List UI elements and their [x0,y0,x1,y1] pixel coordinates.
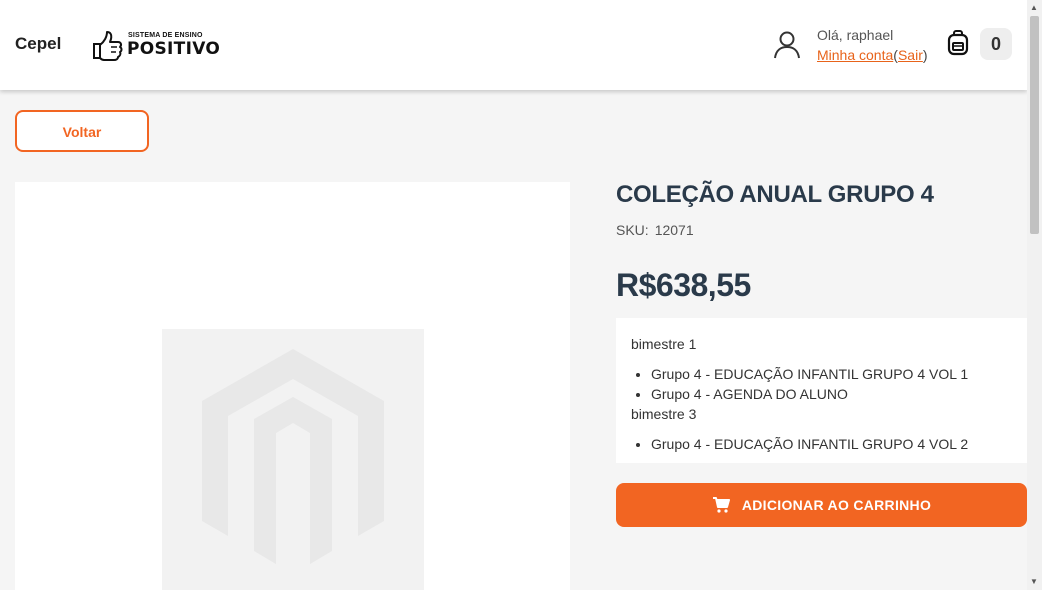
logo-top-text: SISTEMA DE ENSINO [128,32,203,39]
sku-value: 12071 [654,222,694,238]
product-image-placeholder[interactable] [162,329,424,590]
description-list: Grupo 4 - EDUCAÇÃO INFANTIL GRUPO 4 VOL … [651,434,1012,454]
back-button[interactable]: Voltar [15,110,149,152]
description-group-title: bimestre 1 [631,336,697,352]
school-name: Cepel [15,34,62,53]
description-item: Grupo 4 - EDUCAÇÃO INFANTIL GRUPO 4 VOL … [651,364,1012,384]
user-icon[interactable] [773,30,801,60]
product-description: bimestre 1 Grupo 4 - EDUCAÇÃO INFANTIL G… [616,318,1027,463]
scroll-up-arrow-icon[interactable]: ▲ [1030,3,1038,12]
description-group-title: bimestre 3 [631,406,697,422]
brand-logo[interactable]: SISTEMA DE ENSINO POSITIVO [90,28,220,62]
product-price: R$638,55 [616,267,751,303]
description-list: Grupo 4 - EDUCAÇÃO INFANTIL GRUPO 4 VOL … [651,364,1012,404]
description-item: Grupo 4 - EDUCAÇÃO INFANTIL GRUPO 4 VOL … [651,434,1012,454]
thumbs-up-icon [93,31,123,61]
add-to-cart-button[interactable]: ADICIONAR AO CARRINHO [616,483,1027,527]
header: Cepel SISTEMA DE ENSINO POSITIVO Olá, ra… [0,0,1027,90]
backpack-icon[interactable] [946,30,970,56]
user-greeting: Olá, raphael [817,27,894,43]
my-account-link[interactable]: Minha conta [817,47,893,63]
logout-link[interactable]: Sair [898,47,923,63]
cart-count-badge[interactable]: 0 [980,28,1012,60]
product-page: Cepel SISTEMA DE ENSINO POSITIVO Olá, ra… [0,0,1042,590]
scroll-down-arrow-icon[interactable]: ▼ [1030,577,1038,586]
account-links: Minha conta(Sair) [817,47,928,63]
logo-main-text: POSITIVO [127,39,221,59]
magento-logo-icon [202,349,384,564]
add-to-cart-label: ADICIONAR AO CARRINHO [741,497,932,513]
paren-close: ) [922,47,928,63]
description-item: Grupo 4 - AGENDA DO ALUNO [651,384,1012,404]
sku-label: SKU: [616,222,649,238]
product-sku: SKU: 12071 [616,222,694,238]
scroll-thumb[interactable] [1030,16,1039,234]
product-image-panel [15,182,570,590]
cart-icon [712,496,730,513]
product-title: COLEÇÃO ANUAL GRUPO 4 [616,181,934,208]
vertical-scrollbar[interactable]: ▲ ▼ [1027,0,1042,590]
